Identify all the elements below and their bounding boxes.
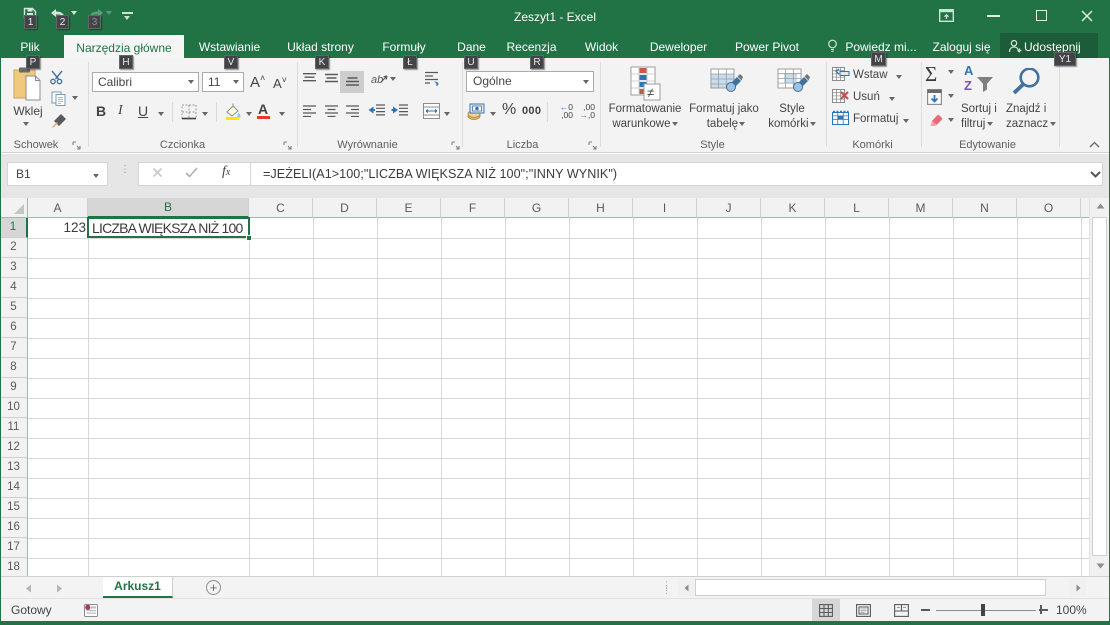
- svg-text:ab: ab: [371, 74, 383, 86]
- svg-text:≠: ≠: [647, 85, 654, 100]
